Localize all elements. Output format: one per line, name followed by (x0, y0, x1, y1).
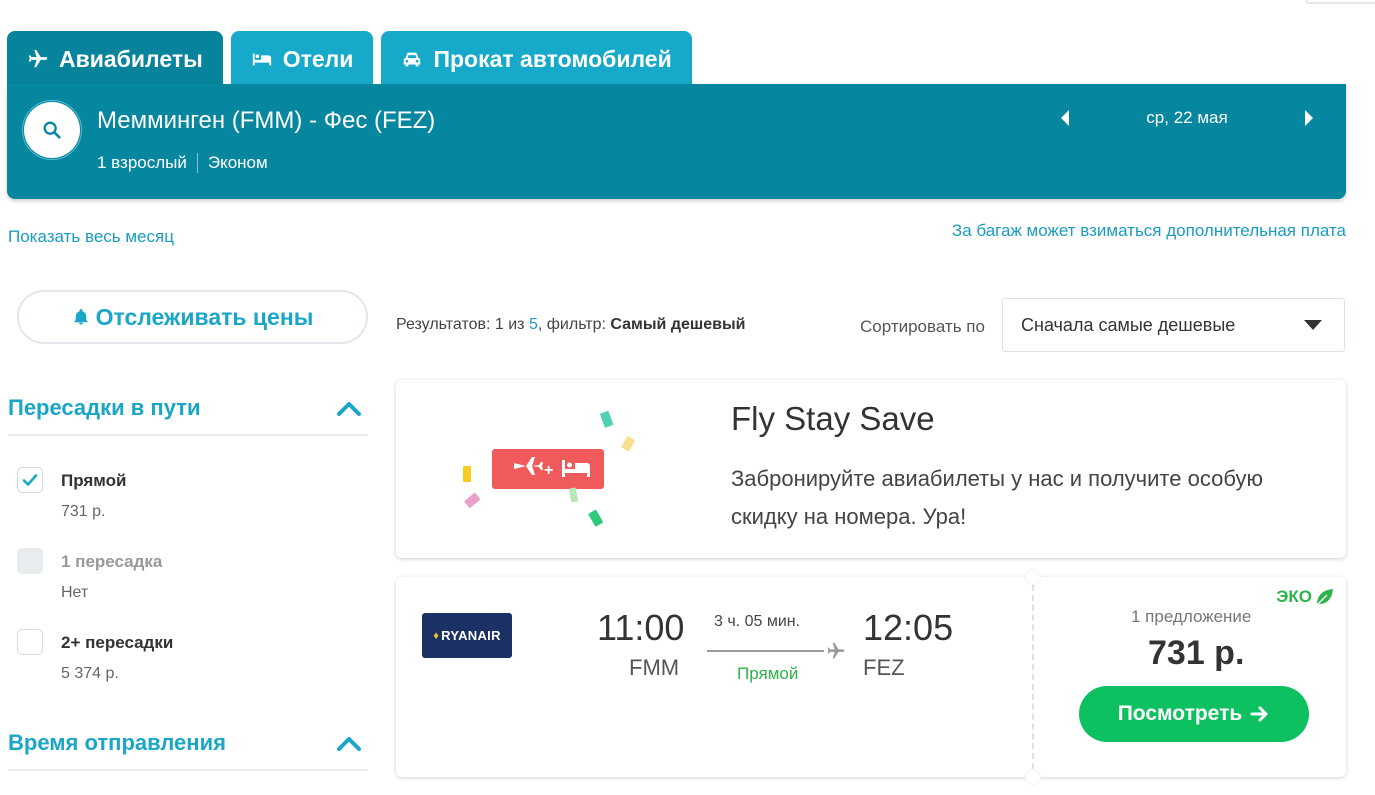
option-label: 2+ пересадки (61, 633, 174, 652)
sort-selected: Сначала самые дешевые (1021, 314, 1236, 335)
product-tabs: Авиабилеты Отели Прокат автомобилей (7, 31, 692, 87)
promo-title: Fly Stay Save (731, 400, 935, 437)
route-text[interactable]: Мемминген (FMM) - Фес (FEZ) (97, 107, 435, 135)
option-price: 731 р. (61, 503, 106, 520)
tab-flights[interactable]: Авиабилеты (7, 31, 223, 87)
confetti-piece (600, 410, 614, 428)
airline-logo: ♦ RYANAIR (422, 613, 512, 658)
next-date-icon[interactable] (1302, 108, 1316, 128)
search-summary-bar[interactable]: Мемминген (FMM) - Фес (FEZ) 1 взрослый Э… (7, 84, 1346, 199)
caret-down-icon (1304, 320, 1322, 330)
tab-car-rental-label: Прокат автомобилей (433, 45, 672, 72)
direct-checkbox[interactable] (17, 467, 43, 493)
car-icon (404, 52, 421, 67)
cabin-class: Эконом (207, 153, 268, 172)
track-prices-button[interactable]: Отслеживать цены (17, 290, 368, 344)
one-stop-checkbox (17, 548, 43, 574)
results-prefix: Результатов: (396, 316, 495, 333)
search-icon (43, 121, 61, 139)
departure-time: 11:00 (597, 607, 685, 648)
plus-sign: + (544, 462, 553, 479)
stops-option-two-plus[interactable]: 2+ пересадки 5 374 р. (17, 629, 173, 683)
two-plus-checkbox[interactable] (17, 629, 43, 655)
flight-result-card[interactable]: ♦ RYANAIR 11:00 FMM 3 ч. 05 мин. Прямой … (396, 569, 1346, 785)
confetti-piece (568, 487, 578, 503)
ticket-notch (1025, 569, 1041, 585)
search-button[interactable] (22, 100, 82, 160)
card-divider (1032, 585, 1034, 769)
chevron-up-icon[interactable] (336, 399, 362, 417)
stops-option-one-stop: 1 пересадка Нет (17, 548, 162, 602)
option-price: Нет (61, 584, 89, 601)
departure-airport: FMM (629, 655, 680, 680)
results-of: из (503, 316, 529, 333)
results-total-link[interactable]: 5 (529, 316, 538, 333)
separator (196, 153, 198, 173)
harp-icon: ♦ (433, 629, 440, 642)
travel-date[interactable]: ср, 22 мая (1072, 108, 1302, 128)
confetti-piece (464, 492, 481, 508)
leaf-icon (1316, 589, 1333, 606)
bell-icon (73, 309, 88, 325)
option-price: 5 374 р. (61, 665, 119, 682)
confetti-piece (588, 509, 603, 527)
stops-option-direct[interactable]: Прямой 731 р. (17, 467, 127, 521)
stops-label: Прямой (737, 664, 799, 683)
baggage-fee-link[interactable]: За багаж может взиматься дополнительная … (952, 221, 1346, 241)
flight-duration: 3 ч. 05 мин. (714, 613, 801, 630)
fly-stay-save-promo[interactable]: + Fly Stay Save Забронируйте авиабилеты … (396, 380, 1346, 558)
view-deal-label: Посмотреть (1117, 702, 1243, 725)
plane-icon (28, 49, 48, 68)
departure-time-filter-title: Время отправления (8, 730, 226, 755)
ticket-notch (1025, 769, 1041, 785)
stops-filter-title: Пересадки в пути (8, 395, 201, 420)
offers-count: 1 предложение (1131, 607, 1252, 626)
top-right-edge (1305, 0, 1375, 4)
view-deal-button[interactable]: Посмотреть (1079, 686, 1309, 742)
chevron-up-icon[interactable] (336, 734, 362, 752)
flight-price: 731 р. (1148, 634, 1245, 672)
date-navigator: ср, 22 мая (1058, 108, 1316, 128)
promo-illustration: + (463, 410, 635, 527)
checkmark-icon (22, 474, 38, 486)
confetti-piece (463, 466, 471, 482)
departure-time-filter-header[interactable]: Время отправления (8, 730, 368, 771)
eco-badge: ЭКО (1276, 587, 1334, 607)
arrival-airport: FEZ (863, 655, 905, 680)
eco-label: ЭКО (1276, 587, 1312, 606)
airline-name: RYANAIR (441, 628, 501, 643)
results-count: Результатов: 1 из 5, фильтр: Самый дешев… (396, 316, 745, 334)
tab-flights-label: Авиабилеты (59, 45, 203, 72)
plane-icon (827, 642, 845, 659)
passengers: 1 взрослый (97, 153, 187, 172)
previous-date-icon[interactable] (1058, 108, 1072, 128)
show-month-link[interactable]: Показать весь месяц (8, 227, 174, 247)
arrow-right-icon (1250, 706, 1268, 722)
option-label: 1 пересадка (61, 552, 163, 571)
option-label: Прямой (61, 471, 127, 490)
tab-hotels-label: Отели (282, 45, 354, 72)
arrival-time: 12:05 (863, 607, 954, 648)
confetti-piece (621, 436, 635, 452)
results-shown: 1 (494, 316, 504, 333)
stops-filter-header[interactable]: Пересадки в пути (8, 395, 368, 436)
passenger-info[interactable]: 1 взрослый Эконом (97, 153, 268, 173)
sort-dropdown[interactable]: Сначала самые дешевые (1002, 298, 1345, 352)
tab-hotels[interactable]: Отели (230, 31, 374, 87)
results-filter-prefix: , фильтр: (537, 316, 611, 333)
bed-icon (252, 53, 271, 66)
tab-car-rental[interactable]: Прокат автомобилей (381, 31, 692, 87)
track-prices-label: Отслеживать цены (95, 303, 314, 330)
sort-label: Сортировать по (860, 317, 985, 336)
results-filter: Самый дешевый (610, 316, 746, 333)
promo-text: Забронируйте авиабилеты у нас и получите… (731, 466, 1263, 529)
route-line (707, 650, 824, 652)
